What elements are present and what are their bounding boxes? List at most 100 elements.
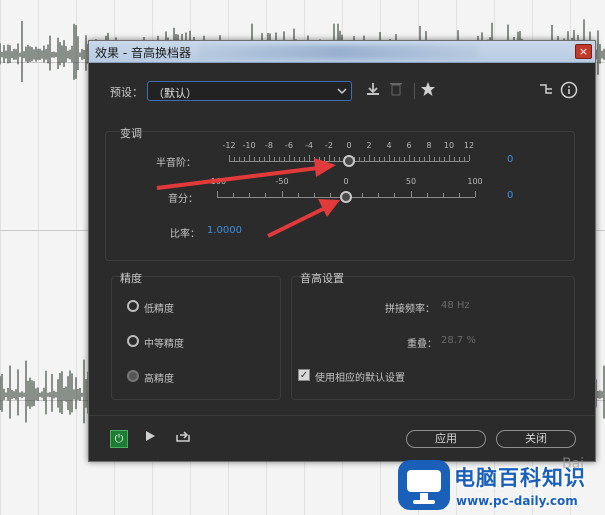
semitones-tick-label: -2	[325, 141, 333, 150]
watermark-url: www.pc-daily.com	[456, 494, 578, 508]
cents-tick-label: 50	[405, 177, 417, 186]
semitones-tick	[299, 157, 300, 161]
overlap-label: 重叠：	[407, 339, 437, 350]
semitones-tick	[324, 157, 325, 161]
semitones-tick	[264, 157, 265, 161]
semitones-tick	[229, 155, 230, 161]
semitones-tick	[244, 157, 245, 161]
semitones-tick-label: 0	[346, 141, 352, 150]
cents-tick	[330, 193, 331, 197]
cents-tick-label: -100	[207, 177, 227, 186]
semitones-tick	[269, 155, 270, 161]
precision-option-label: 低精度	[144, 304, 174, 315]
semitones-tick	[394, 157, 395, 161]
watermark: 电脑百科知识 www.pc-daily.com Bai	[392, 456, 605, 515]
semitones-tick	[379, 157, 380, 161]
semitones-tick	[274, 157, 275, 161]
cents-value[interactable]: 0	[507, 190, 513, 201]
semitones-thumb[interactable]	[343, 155, 355, 167]
semitones-tick	[419, 157, 420, 161]
semitones-tick-label: -12	[222, 141, 236, 150]
cents-tick	[265, 193, 266, 197]
cents-tick-label: 100	[467, 177, 483, 186]
power-toggle-icon[interactable]: ⏻	[110, 430, 128, 448]
download-icon[interactable]	[363, 81, 383, 101]
semitones-tick	[429, 155, 430, 161]
splice-frequency-value[interactable]: 48 Hz	[441, 300, 470, 311]
window-title: 效果 - 音高换档器	[95, 46, 191, 60]
routing-icon[interactable]	[536, 81, 556, 101]
cents-tick	[411, 191, 412, 197]
cents-tick	[443, 193, 444, 197]
blurred-title-region	[199, 45, 479, 59]
semitones-tick	[424, 157, 425, 161]
title-bar[interactable]: 效果 - 音高换档器 ×	[89, 41, 595, 63]
semitones-tick	[384, 157, 385, 161]
cents-tick	[459, 193, 460, 197]
precision-option-label: 中等精度	[144, 339, 184, 350]
play-icon[interactable]	[140, 429, 160, 449]
cents-tick	[298, 193, 299, 197]
ratio-value[interactable]: 1.0000	[207, 225, 242, 236]
semitones-tick	[304, 157, 305, 161]
semitones-tick	[404, 157, 405, 161]
toolbar-separator	[414, 83, 415, 99]
info-icon[interactable]	[559, 81, 579, 101]
star-icon[interactable]	[418, 81, 438, 101]
cents-thumb[interactable]	[340, 191, 352, 203]
semitones-tick-label: -10	[242, 141, 256, 150]
ratio-label: 比率：	[170, 229, 200, 240]
cents-label: 音分：	[168, 194, 198, 205]
semitones-tick-label: 4	[386, 141, 392, 150]
cents-tick	[378, 193, 379, 197]
chevron-down-icon	[337, 84, 347, 101]
precision-radio[interactable]	[127, 335, 139, 347]
semitones-tick	[469, 155, 470, 161]
apply-button[interactable]: 应用	[406, 430, 486, 448]
monitor-logo-icon	[398, 460, 450, 510]
semitones-slider[interactable]: -12 -10 -8 -6 -4 -2 0 2 4 6 8 10 12	[222, 141, 474, 171]
preset-dropdown[interactable]: （默认）	[147, 81, 352, 101]
semitones-tick-label: 12	[463, 141, 475, 150]
loop-icon[interactable]	[173, 429, 193, 449]
semitones-tick	[399, 157, 400, 161]
semitones-tick	[289, 155, 290, 161]
semitones-value[interactable]: 0	[507, 154, 513, 165]
close-window-button[interactable]: ×	[575, 44, 592, 59]
transpose-title: 变调	[120, 127, 142, 140]
semitones-tick	[444, 157, 445, 161]
precision-title: 精度	[120, 272, 142, 285]
semitones-tick	[294, 157, 295, 161]
precision-radio[interactable]	[127, 370, 139, 382]
use-default-checkbox[interactable]: ✓	[298, 369, 310, 381]
precision-radio[interactable]	[127, 300, 139, 312]
semitones-tick	[309, 155, 310, 161]
semitones-tick	[459, 157, 460, 161]
cents-slider[interactable]: -100 -50 0 50 100	[208, 177, 483, 207]
semitones-tick-label: -8	[265, 141, 273, 150]
preset-label: 预设：	[110, 86, 143, 99]
cents-tick	[427, 193, 428, 197]
cents-tick	[394, 193, 395, 197]
overlap-value[interactable]: 28.7 %	[441, 335, 476, 346]
cents-tick	[362, 193, 363, 197]
semitones-tick	[464, 157, 465, 161]
semitones-tick	[249, 155, 250, 161]
close-button[interactable]: 关闭	[496, 430, 576, 448]
semitones-tick	[434, 157, 435, 161]
semitones-tick	[454, 157, 455, 161]
semitones-tick	[239, 157, 240, 161]
footer-bar: ⏻ 应用 关闭	[89, 415, 595, 461]
semitones-tick	[374, 157, 375, 161]
pitch-shifter-dialog: 效果 - 音高换档器 × 预设： （默认） 变调 半音阶： -12 -10 -8 -6…	[88, 40, 596, 462]
semitones-tick	[439, 157, 440, 161]
semitones-tick	[284, 157, 285, 161]
semitones-tick-label: -6	[285, 141, 293, 150]
cents-tick	[475, 191, 476, 197]
semitones-tick-label: -4	[305, 141, 313, 150]
semitones-tick	[259, 157, 260, 161]
preset-value: （默认）	[153, 87, 197, 100]
use-default-label: 使用相应的默认设置	[315, 373, 405, 384]
trash-icon[interactable]	[386, 81, 406, 101]
precision-option-label: 高精度	[144, 374, 174, 385]
